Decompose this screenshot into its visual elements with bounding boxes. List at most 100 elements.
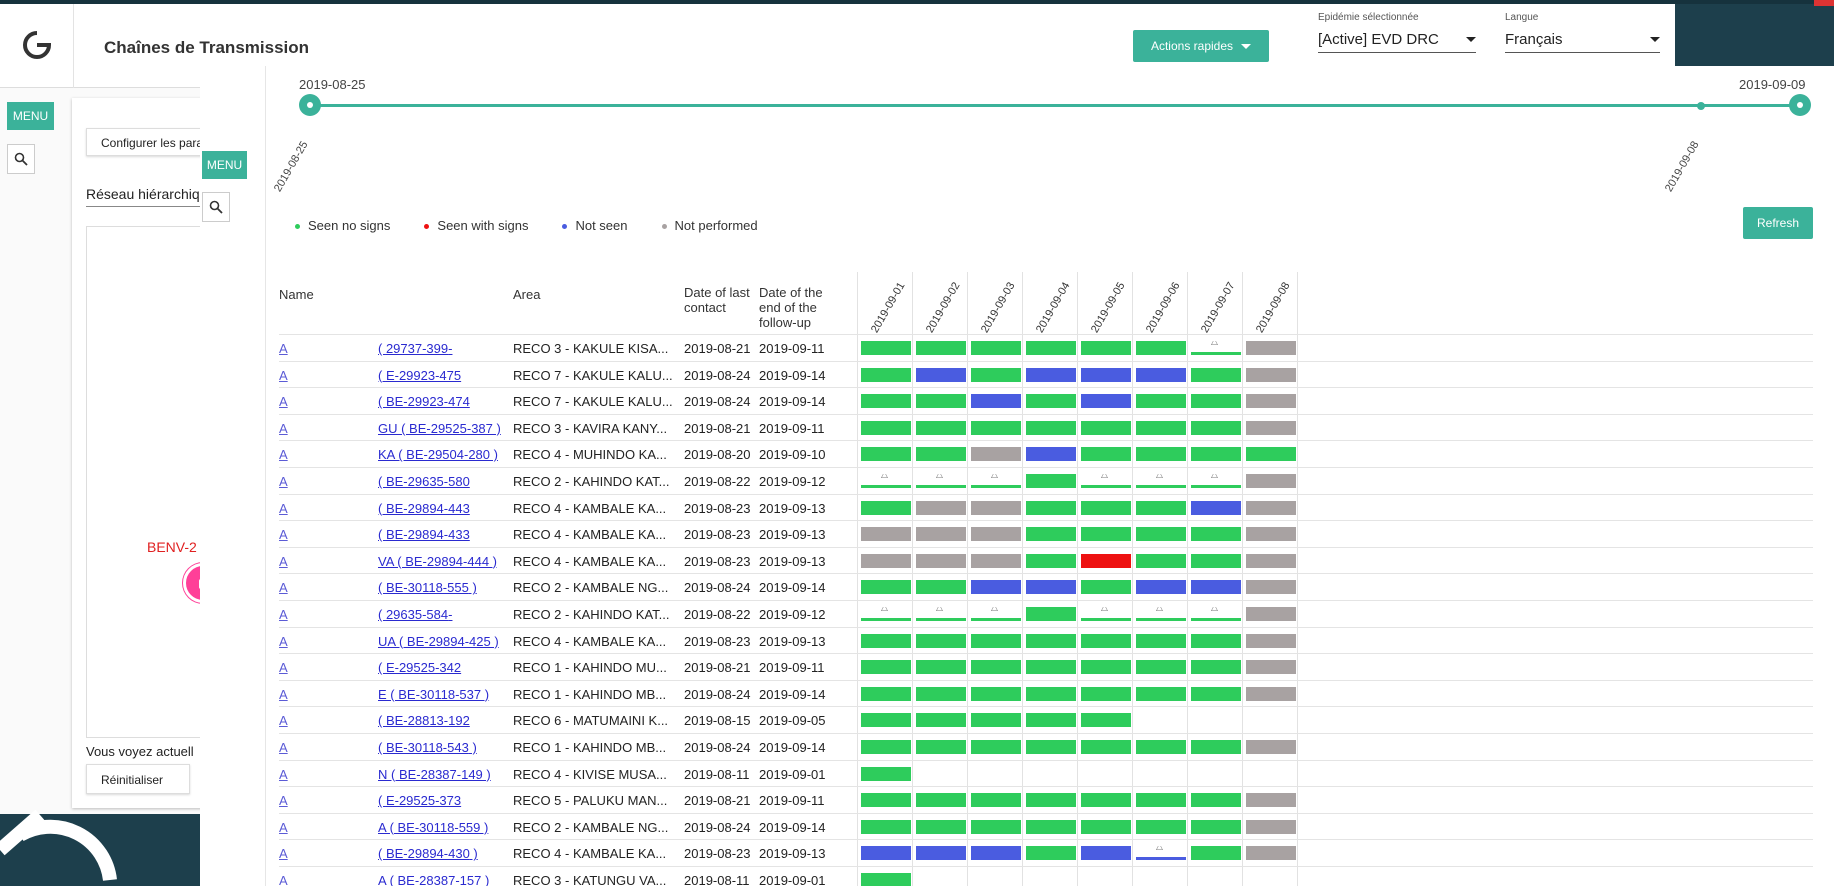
search-button[interactable] [7,144,35,174]
followup-status-cell[interactable] [1136,341,1186,355]
followup-status-cell[interactable] [861,819,911,834]
followup-status-cell[interactable] [1026,819,1076,834]
followup-status-cell[interactable] [1246,739,1296,754]
followup-status-cell[interactable] [1191,686,1241,701]
followup-status-cell[interactable] [916,341,966,355]
followup-status-cell[interactable] [1246,420,1296,435]
followup-status-cell[interactable] [1081,420,1131,435]
contact-id-link[interactable]: BE-29923-474 ) [378,394,516,409]
followup-status-cell[interactable] [1136,553,1186,568]
contact-name-link[interactable]: A [279,607,291,622]
followup-status-cell[interactable] [971,633,1021,648]
followup-status-cell[interactable] [916,793,966,808]
contact-name-link[interactable]: A [279,660,291,675]
search-button[interactable] [202,192,230,222]
followup-status-cell[interactable] [1081,474,1131,488]
followup-status-cell[interactable] [861,739,911,754]
followup-status-cell[interactable] [861,766,911,781]
timeline-marker[interactable] [1697,102,1705,110]
network-select[interactable]: Réseau hiérarchiq [86,186,216,207]
contact-name-link[interactable]: A [279,421,291,436]
followup-status-cell[interactable] [1081,580,1131,595]
followup-status-cell[interactable] [1136,527,1186,542]
followup-status-cell[interactable] [1136,420,1186,435]
followup-status-cell[interactable] [1026,580,1076,595]
followup-status-cell[interactable] [1191,447,1241,462]
graph-canvas[interactable]: BENV-2 [86,226,223,738]
followup-status-cell[interactable] [1136,793,1186,808]
followup-status-cell[interactable] [1026,686,1076,701]
table-row[interactable]: A E ( BE-30118-537 ) RECO 1 - KAHINDO MB..… [279,679,1813,707]
followup-status-cell[interactable] [1191,394,1241,409]
followup-status-cell[interactable] [916,713,966,728]
followup-status-cell[interactable] [916,447,966,462]
followup-status-cell[interactable] [1026,713,1076,728]
followup-status-cell[interactable] [1246,660,1296,675]
followup-status-cell[interactable] [1136,367,1186,382]
followup-status-cell[interactable] [1246,793,1296,808]
followup-status-cell[interactable] [1191,607,1241,621]
contact-name-link[interactable]: A [279,474,291,489]
followup-status-cell[interactable] [861,447,911,462]
followup-status-cell[interactable] [861,633,911,648]
followup-status-cell[interactable] [1136,686,1186,701]
followup-status-cell[interactable] [1191,420,1241,435]
followup-status-cell[interactable] [861,686,911,701]
contact-id-link[interactable]: ( BE-30118-555 ) [378,580,516,595]
contact-id-link[interactable]: E ( BE-30118-537 ) [378,687,516,702]
menu-button[interactable]: MENU [7,102,54,130]
followup-status-cell[interactable] [971,500,1021,515]
column-header-last-contact[interactable]: Date of last contact [684,285,756,315]
table-row[interactable]: A UA ( BE-29894-425 ) RECO 4 - KAMBALE KA.… [279,626,1813,654]
followup-status-cell[interactable] [1246,633,1296,648]
followup-status-cell[interactable] [1191,341,1241,355]
followup-status-cell[interactable] [1246,367,1296,382]
followup-status-cell[interactable] [1136,739,1186,754]
contact-id-link[interactable]: GU ( BE-29525-387 ) [378,421,516,436]
reset-button[interactable]: Réinitialiser [86,764,190,794]
table-row[interactable]: A VA ( BE-29894-444 ) RECO 4 - KAMBALE KA.… [279,546,1813,574]
followup-status-cell[interactable] [861,394,911,409]
followup-status-cell[interactable] [971,713,1021,728]
followup-status-cell[interactable] [1191,739,1241,754]
followup-status-cell[interactable] [916,819,966,834]
contact-name-link[interactable]: A [279,394,291,409]
followup-status-cell[interactable] [1246,606,1296,621]
contact-name-link[interactable]: A [279,687,291,702]
contact-id-link[interactable]: N ( BE-28387-149 ) [378,767,516,782]
table-row[interactable]: A -29737-399 ) RECO 3 - KAKULE KISA... 2019… [279,334,1813,361]
table-row[interactable]: A BE-29894-433 ) RECO 4 - KAMBALE KA... 201… [279,520,1813,547]
column-header-end-followup[interactable]: Date of the end of the follow-up [759,285,831,330]
followup-status-cell[interactable] [861,500,911,515]
followup-status-cell[interactable] [971,819,1021,834]
followup-status-cell[interactable] [1081,846,1131,861]
followup-status-cell[interactable] [1026,553,1076,568]
followup-status-cell[interactable] [861,713,911,728]
followup-status-cell[interactable] [1026,527,1076,542]
followup-status-cell[interactable] [971,474,1021,488]
table-row[interactable]: A A ( BE-28387-157 ) RECO 3 - KATUNGU VA..… [279,865,1813,886]
followup-status-cell[interactable] [916,474,966,488]
followup-status-cell[interactable] [1136,633,1186,648]
contact-id-link[interactable]: E-29923-475 ) [378,368,516,383]
followup-status-cell[interactable] [1136,500,1186,515]
contact-id-link[interactable]: BE-29894-433 ) [378,527,516,542]
contact-name-link[interactable]: A [279,634,291,649]
followup-status-cell[interactable] [1081,819,1131,834]
followup-status-cell[interactable] [1191,846,1241,861]
followup-status-cell[interactable] [1026,341,1076,355]
followup-status-cell[interactable] [861,872,911,886]
contact-id-link[interactable]: E-29525-342 ) [378,660,516,675]
followup-status-cell[interactable] [861,553,911,568]
followup-status-cell[interactable] [1191,527,1241,542]
followup-status-cell[interactable] [916,607,966,621]
followup-status-cell[interactable] [1081,633,1131,648]
contact-name-link[interactable]: A [279,447,291,462]
followup-status-cell[interactable] [916,846,966,861]
followup-status-cell[interactable] [1136,607,1186,621]
contact-id-link[interactable]: ( BE-29894-430 ) [378,846,516,861]
followup-status-cell[interactable] [1026,447,1076,462]
followup-status-cell[interactable] [1136,394,1186,409]
followup-status-cell[interactable] [1081,607,1131,621]
followup-status-cell[interactable] [916,420,966,435]
